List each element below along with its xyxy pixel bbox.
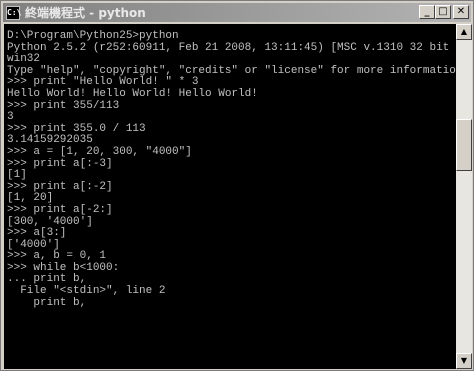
minimize-button[interactable]: _ [419, 5, 435, 19]
console-icon[interactable]: C:\ [6, 5, 21, 20]
scroll-down-button[interactable]: ▼ [456, 353, 472, 369]
title-buttons: _ □ ✕ [419, 5, 469, 19]
title-bar[interactable]: C:\ 終端機程式 - python _ □ ✕ [3, 3, 471, 22]
close-button[interactable]: ✕ [453, 5, 469, 19]
window-title: 終端機程式 - python [25, 6, 146, 20]
console-text: D:\Program\Python25>python Python 2.5.2 … [7, 30, 456, 309]
console-output-area[interactable]: D:\Program\Python25>python Python 2.5.2 … [4, 24, 456, 369]
maximize-button[interactable]: □ [435, 5, 451, 19]
vertical-scrollbar[interactable]: ▲ ▼ [456, 24, 472, 369]
scroll-up-button[interactable]: ▲ [456, 24, 472, 40]
console-window: C:\ 終端機程式 - python _ □ ✕ D:\Program\Pyth… [0, 0, 474, 371]
scroll-thumb[interactable] [456, 119, 472, 171]
